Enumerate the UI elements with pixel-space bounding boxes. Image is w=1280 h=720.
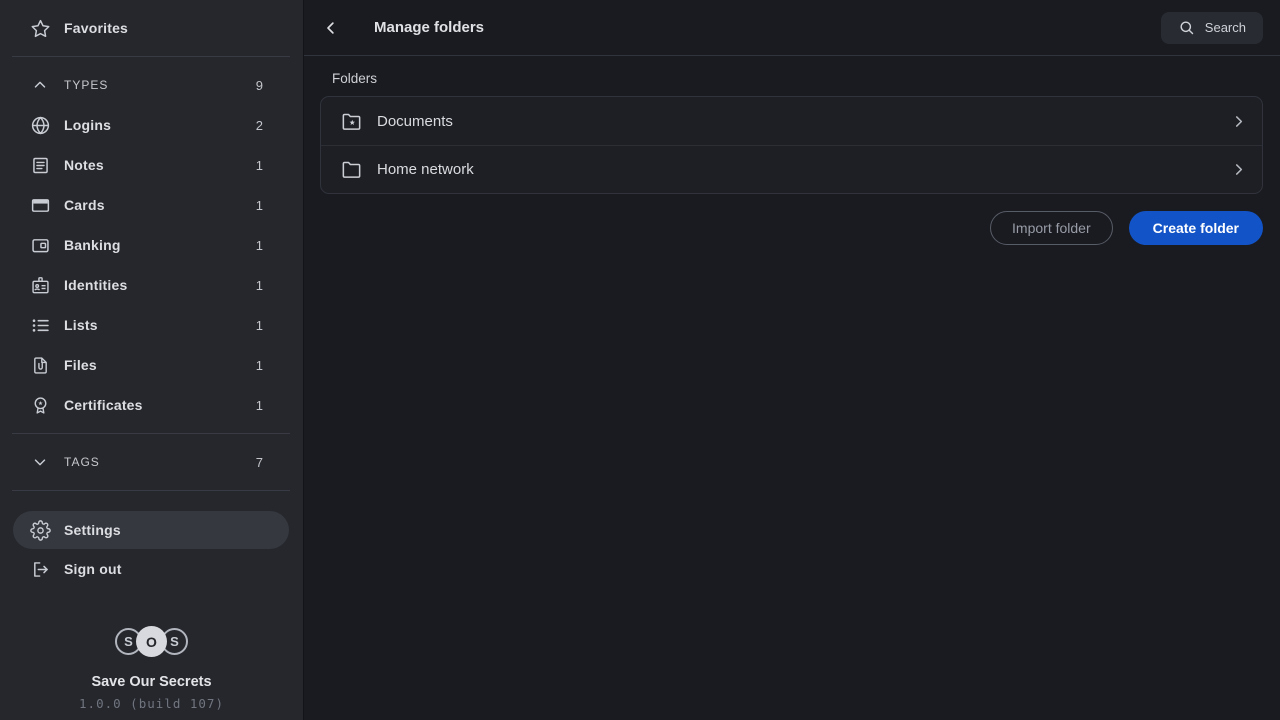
sidebar-item-identities[interactable]: Identities 1: [0, 265, 303, 305]
settings-label: Settings: [64, 522, 121, 538]
sidebar-item-lists[interactable]: Lists 1: [0, 305, 303, 345]
sign-out-icon: [28, 559, 52, 580]
sidebar-item-notes[interactable]: Notes 1: [0, 145, 303, 185]
certificate-icon: [28, 395, 52, 416]
back-button[interactable]: [319, 16, 343, 40]
search-icon: [1178, 19, 1195, 36]
id-badge-icon: [28, 275, 52, 296]
main-panel: Manage folders Search Folders Documents …: [304, 0, 1280, 720]
divider: [12, 490, 290, 491]
folder-row-documents[interactable]: Documents: [321, 97, 1262, 145]
section-header-types[interactable]: TYPES 9: [0, 65, 303, 105]
item-count: 1: [255, 197, 263, 213]
sidebar-item-files[interactable]: Files 1: [0, 345, 303, 385]
list-icon: [28, 315, 52, 336]
chevron-left-icon: [322, 19, 340, 37]
sidebar-item-banking[interactable]: Banking 1: [0, 225, 303, 265]
folder-list: Documents Home network: [320, 96, 1263, 194]
import-folder-button[interactable]: Import folder: [990, 211, 1113, 245]
logo-letter-middle: O: [136, 626, 167, 657]
wallet-icon: [28, 235, 52, 256]
page-title: Manage folders: [374, 19, 485, 36]
types-count: 9: [255, 77, 263, 93]
chevron-down-icon: [28, 453, 52, 471]
sidebar-item-certificates[interactable]: Certificates 1: [0, 385, 303, 425]
app-version: 1.0.0 (build 107): [79, 696, 224, 711]
sidebar-item-signout[interactable]: Sign out: [0, 549, 303, 589]
globe-icon: [28, 115, 52, 136]
sidebar-item-settings[interactable]: Settings: [13, 511, 289, 549]
create-folder-button[interactable]: Create folder: [1128, 211, 1263, 245]
tags-section-label: TAGS: [64, 455, 100, 469]
sidebar-item-label: Cards: [64, 197, 105, 213]
sidebar-item-label: Lists: [64, 317, 98, 333]
sidebar-item-label: Banking: [64, 237, 121, 253]
folder-row-home-network[interactable]: Home network: [321, 145, 1262, 193]
section-header-tags[interactable]: TAGS 7: [0, 442, 303, 482]
content-area: Folders Documents Home network Import fo…: [304, 56, 1280, 245]
divider: [12, 433, 290, 434]
folder-name: Documents: [377, 112, 453, 130]
chevron-right-icon: [1230, 161, 1247, 178]
sidebar-item-label: Files: [64, 357, 97, 373]
sidebar: Favorites TYPES 9 Logins 2 Notes 1 Cards…: [0, 0, 304, 720]
sidebar-item-label: Logins: [64, 117, 112, 133]
sidebar-item-label: Identities: [64, 277, 128, 293]
chevron-right-icon: [1230, 113, 1247, 130]
file-paperclip-icon: [28, 355, 52, 376]
types-section-label: TYPES: [64, 78, 109, 92]
sos-logo: S O S: [115, 626, 188, 657]
tags-count: 7: [255, 454, 263, 470]
item-count: 1: [255, 237, 263, 253]
favorites-label: Favorites: [64, 20, 129, 36]
item-count: 1: [255, 317, 263, 333]
chevron-up-icon: [28, 76, 52, 94]
folder-name: Home network: [377, 161, 474, 178]
item-count: 1: [255, 157, 263, 173]
sidebar-item-favorites[interactable]: Favorites: [0, 8, 303, 48]
sidebar-footer: S O S Save Our Secrets 1.0.0 (build 107): [0, 626, 303, 711]
divider: [12, 56, 290, 57]
sidebar-item-label: Notes: [64, 157, 104, 173]
item-count: 1: [255, 277, 263, 293]
folders-group-label: Folders: [332, 71, 378, 86]
folder-actions: Import folder Create folder: [320, 211, 1263, 245]
item-count: 1: [255, 357, 263, 373]
search-label: Search: [1204, 20, 1246, 35]
folder-icon: [339, 158, 363, 181]
sidebar-item-cards[interactable]: Cards 1: [0, 185, 303, 225]
main-header: Manage folders Search: [304, 0, 1280, 56]
folder-star-icon: [339, 110, 363, 133]
item-count: 1: [255, 397, 263, 413]
signout-label: Sign out: [64, 561, 122, 577]
credit-card-icon: [28, 195, 52, 216]
gear-icon: [28, 519, 52, 541]
app-name: Save Our Secrets: [91, 674, 212, 690]
search-button[interactable]: Search: [1160, 11, 1263, 44]
note-icon: [28, 155, 52, 176]
sidebar-item-logins[interactable]: Logins 2: [0, 105, 303, 145]
item-count: 2: [255, 117, 263, 133]
star-icon: [28, 18, 52, 39]
sidebar-item-label: Certificates: [64, 397, 143, 413]
